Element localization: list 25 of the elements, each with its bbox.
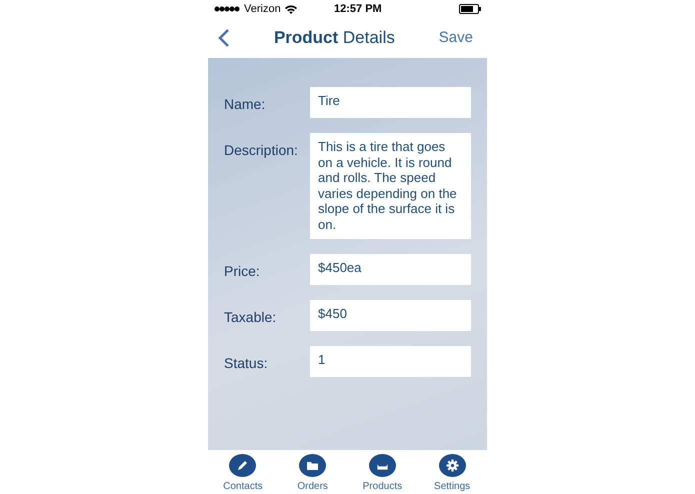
field-label: Description: <box>224 141 299 160</box>
folder-icon <box>299 454 326 477</box>
tab-item[interactable]: Contacts <box>212 454 273 494</box>
clock-time: 12:57 PM <box>334 2 382 17</box>
battery-icon <box>459 4 481 14</box>
input-field[interactable]: This is a tire that goes on a vehicle. It is round and rolls. The speed varies depending on the slope of the surface it is on. <box>310 133 471 239</box>
input-field[interactable]: Tire <box>310 87 471 118</box>
input-field[interactable]: 1 <box>310 346 471 377</box>
settings-icon <box>438 454 466 477</box>
tab-item[interactable]: Products <box>352 454 412 494</box>
save-button[interactable]: Save <box>438 26 473 50</box>
field-label: Status: <box>224 354 269 373</box>
wifi-icon <box>284 4 297 14</box>
input-field[interactable]: $450 <box>310 300 471 331</box>
tab-item[interactable]: Settings <box>422 454 482 494</box>
screen-title: Product Details <box>274 27 395 50</box>
field-label: Taxable: <box>224 308 278 327</box>
input-field[interactable]: $450ea <box>310 254 471 285</box>
tray-icon <box>368 454 396 477</box>
field-label: Price: <box>224 262 261 281</box>
carrier-name: Verizon <box>244 2 281 17</box>
tab-item[interactable]: Orders <box>282 454 343 494</box>
pencil-icon <box>229 454 256 477</box>
back-button[interactable] <box>218 28 230 48</box>
field-label: Name: <box>224 95 266 114</box>
